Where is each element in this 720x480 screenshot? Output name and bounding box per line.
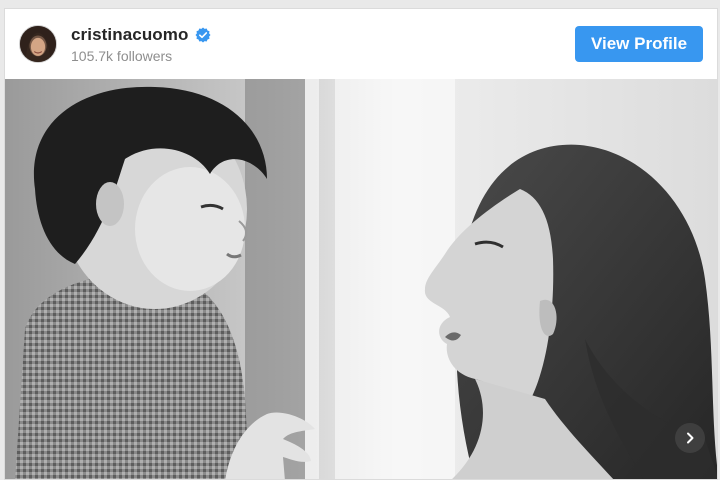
view-profile-button[interactable]: View Profile (575, 26, 703, 62)
username[interactable]: cristinacuomo (71, 25, 189, 45)
instagram-post-card: cristinacuomo 105.7k followers View Prof… (4, 8, 718, 480)
post-photo-image (5, 79, 717, 479)
chevron-right-icon (687, 432, 694, 444)
username-row: cristinacuomo (71, 24, 211, 46)
post-header: cristinacuomo 105.7k followers View Prof… (5, 9, 717, 79)
verified-badge-icon (195, 27, 211, 43)
follower-count: 105.7k followers (71, 48, 173, 64)
avatar-image (20, 26, 56, 62)
carousel-next-button[interactable] (675, 423, 705, 453)
avatar[interactable] (19, 25, 57, 63)
post-photo[interactable] (5, 79, 717, 479)
user-info: cristinacuomo 105.7k followers (71, 24, 211, 64)
